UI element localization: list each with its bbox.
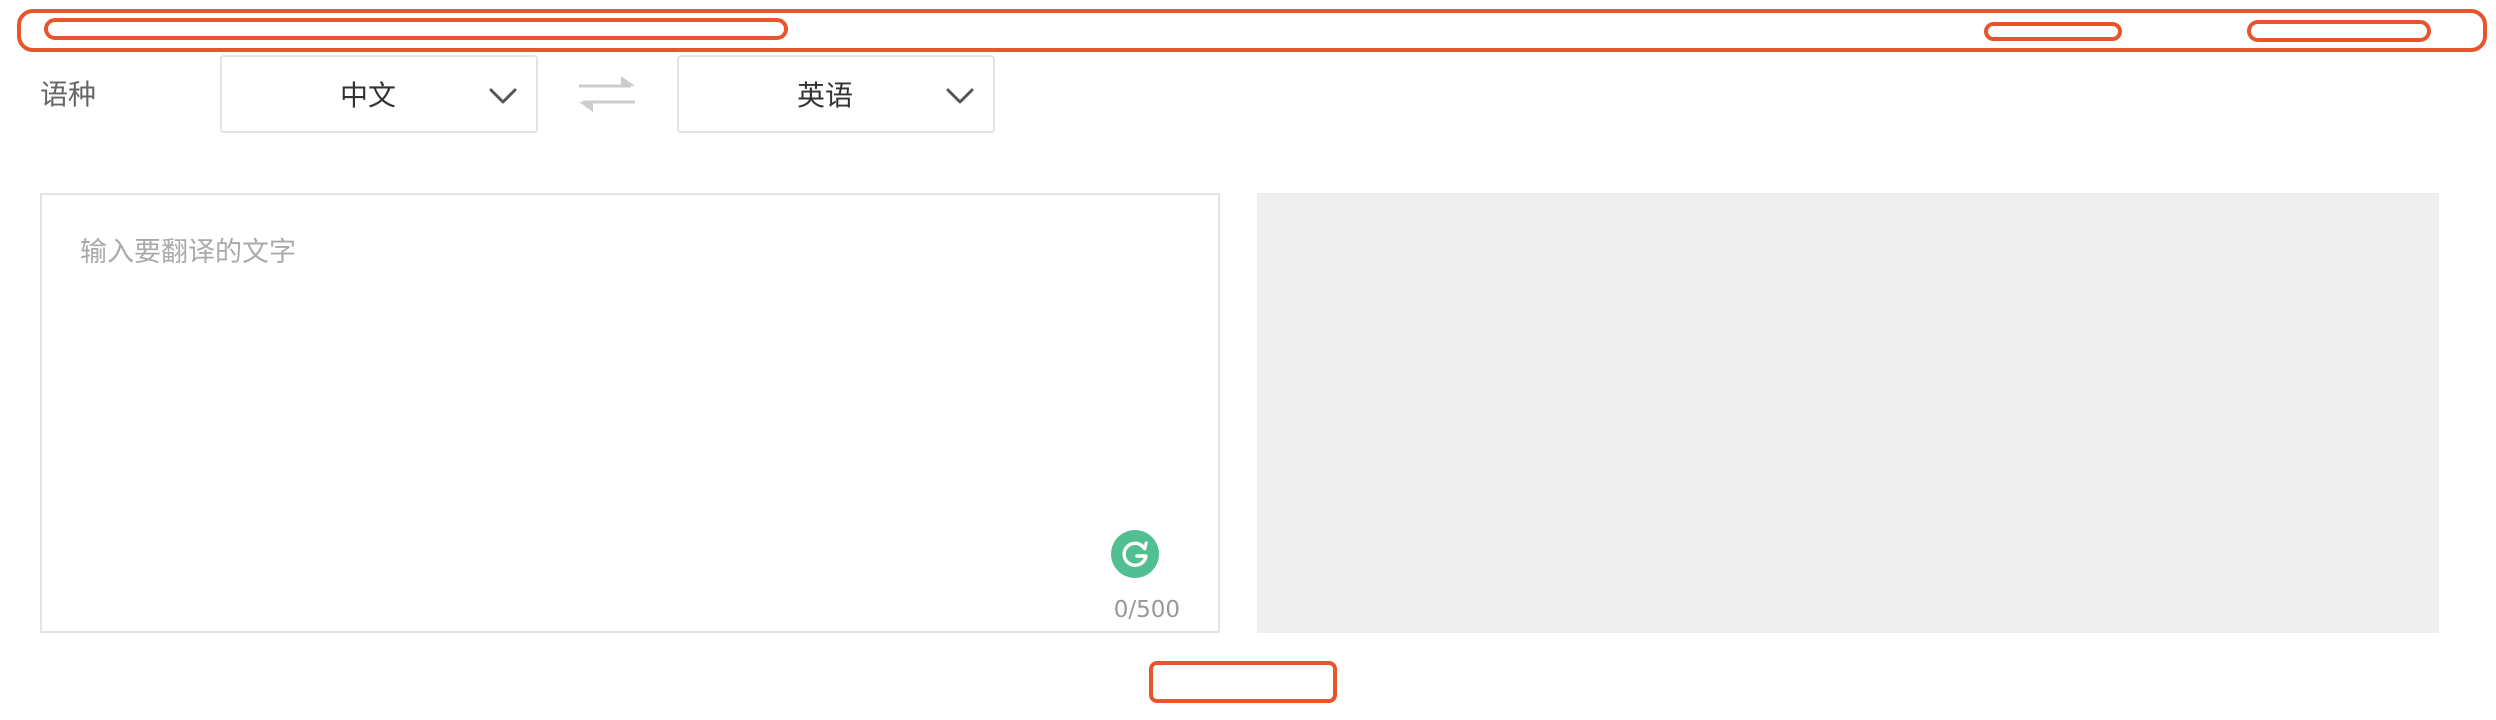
grammarly-g-icon[interactable] — [1110, 529, 1160, 579]
target-language-select[interactable]: 英语 — [677, 55, 995, 133]
source-text-input[interactable] — [80, 233, 1160, 533]
highlight-box-top-left — [44, 18, 788, 40]
highlight-box-top-middle — [1984, 22, 2122, 41]
chevron-down-icon — [489, 88, 517, 104]
source-language-select[interactable]: 中文 — [220, 55, 538, 133]
translation-output — [1257, 193, 2439, 633]
source-language-value: 中文 — [339, 79, 396, 112]
swap-arrows-icon[interactable] — [575, 74, 639, 116]
highlight-box-top-right — [2247, 20, 2431, 42]
chevron-down-icon — [946, 88, 974, 104]
highlight-box-bottom — [1149, 661, 1337, 703]
source-text-panel — [40, 193, 1220, 633]
language-label: 语种 — [40, 78, 97, 111]
character-counter: 0/500 — [1113, 597, 1180, 623]
target-language-value: 英语 — [796, 79, 853, 112]
